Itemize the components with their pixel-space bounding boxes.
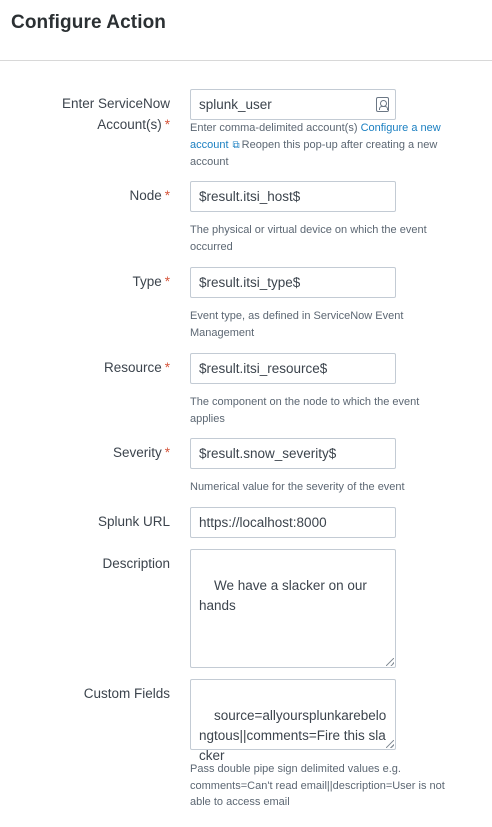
resize-handle-icon[interactable] [386,740,394,748]
configure-action-dialog: Configure Action Enter ServiceNow Accoun… [0,0,492,827]
external-link-icon: ⧉ [232,139,240,151]
dialog-header: Configure Action [0,0,492,61]
required-marker: * [164,117,170,132]
custom-fields-help: Pass double pipe sign delimited values e… [190,763,445,808]
account-label: Enter ServiceNow Account(s) * [61,96,170,132]
resource-input[interactable]: $result.itsi_resource$ [190,353,396,384]
account-help: Enter comma-delimited account(s) Configu… [190,122,441,168]
node-help: The physical or virtual device on which … [190,224,427,253]
type-help: Event type, as defined in ServiceNow Eve… [190,310,404,339]
type-input[interactable]: $result.itsi_type$ [190,267,396,298]
node-input[interactable]: $result.itsi_host$ [190,181,396,212]
account-input[interactable]: splunk_user [190,89,396,120]
description-label: Description [102,556,170,571]
account-picker-icon[interactable] [376,97,389,112]
dialog-title: Configure Action [11,12,166,33]
severity-input[interactable]: $result.snow_severity$ [190,438,396,469]
splunk-url-input[interactable]: https://localhost:8000 [190,507,396,538]
severity-help: Numerical value for the severity of the … [190,481,405,493]
custom-fields-textarea[interactable]: source=allyoursplunkarebelongtous||comme… [190,679,396,763]
description-textarea[interactable]: We have a slacker on our hands [190,549,396,668]
resource-help: The component on the node to which the e… [190,396,420,425]
severity-label: Severity * [112,445,170,460]
resource-label: Resource * [103,360,170,375]
type-label: Type * [132,274,170,289]
custom-fields-label: Custom Fields [83,686,170,701]
node-label: Node * [129,188,170,203]
splunk-url-label: Splunk URL [97,514,170,529]
resize-handle-icon[interactable] [386,658,394,666]
